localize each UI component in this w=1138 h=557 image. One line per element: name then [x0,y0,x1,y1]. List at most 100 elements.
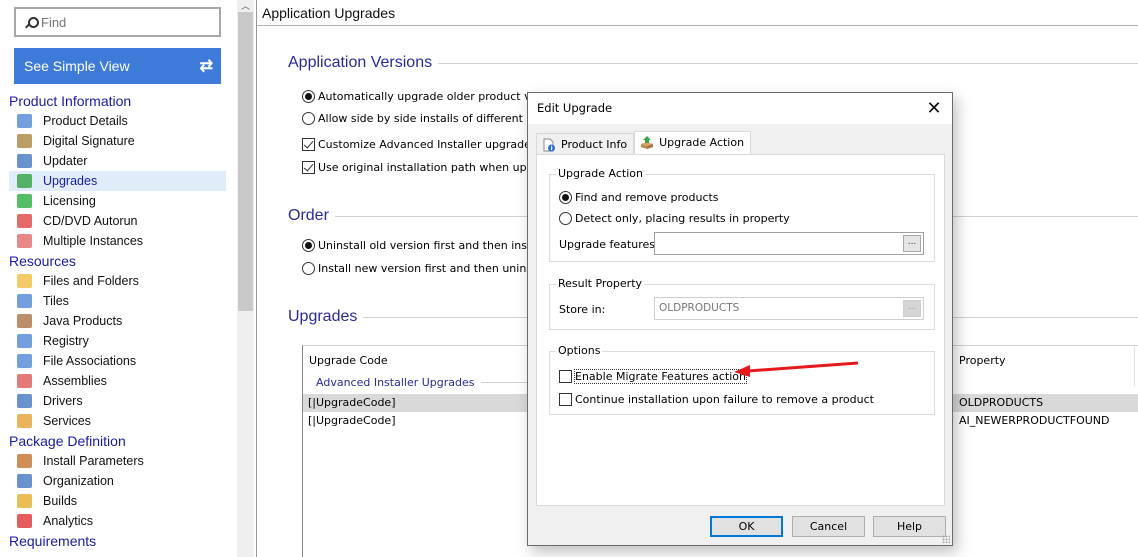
section-title: Upgrades [288,308,358,325]
dialog-title: Edit Upgrade [537,101,613,115]
multiple-instances-icon [17,234,32,248]
analytics-icon [17,514,32,528]
radio-icon[interactable] [302,112,315,125]
sidebar-item-label: Builds [43,494,78,508]
cell-property: OLDPRODUCTS [959,396,1044,409]
dialog-titlebar[interactable]: Edit Upgrade ✕ [528,93,952,124]
sidebar-scrollbar[interactable]: ︿ [237,0,254,557]
sidebar-item-updater[interactable]: Updater [9,151,226,171]
sidebar-item-licensing[interactable]: Licensing [9,191,226,211]
sidebar-item-builds[interactable]: Builds [9,491,226,511]
product-details-icon [17,114,32,128]
radio-icon[interactable] [559,191,572,204]
group-legend: Options [556,344,603,357]
sidebar-item-analytics[interactable]: Analytics [9,511,226,531]
cell-upgrade-code: [|UpgradeCode] [308,414,396,427]
sidebar-item-digital-signature[interactable]: Digital Signature [9,131,226,151]
sidebar-item-install-parameters[interactable]: Install Parameters [9,451,226,471]
find-input[interactable] [41,14,211,30]
simple-view-label: See Simple View [24,58,130,74]
radio-detect-only[interactable]: Detect only, placing results in property [559,212,790,225]
assemblies-icon [17,374,32,388]
sidebar-item-label: Java Products [43,314,123,328]
radio-icon[interactable] [302,90,315,103]
checkbox-icon[interactable] [302,138,315,151]
resize-grip[interactable] [942,535,950,543]
edit-upgrade-dialog: Edit Upgrade ✕ Product Info Upgrade Acti… [527,92,953,546]
radio-find-remove[interactable]: Find and remove products [559,191,719,204]
section-title: Application Versions [288,54,433,71]
sidebar: See Simple View ⇄ Product InformationPro… [0,0,237,557]
java-icon [17,314,32,328]
sidebar-item-tiles[interactable]: Tiles [9,291,226,311]
option-label: Detect only, placing results in property [575,212,790,225]
arrow-head [734,365,750,377]
sidebar-item-label: Upgrades [43,174,98,188]
sidebar-category[interactable]: Product Information [0,91,230,111]
help-button[interactable]: Help [873,516,946,537]
sidebar-item-upgrades[interactable]: Upgrades [9,171,226,191]
sidebar-item-registry[interactable]: Registry [9,331,226,351]
checkbox-enable-migrate-features[interactable]: Enable Migrate Features action [559,369,747,384]
sidebar-category[interactable]: Requirements [0,531,230,551]
sidebar-item-assemblies[interactable]: Assemblies [9,371,226,391]
checkbox-icon[interactable] [559,370,572,383]
divider [438,62,1138,64]
sidebar-item-label: Files and Folders [43,274,139,288]
upgrade-features-input[interactable]: ... [654,232,924,255]
scroll-up-icon[interactable]: ︿ [237,0,254,12]
close-icon[interactable]: ✕ [924,98,944,118]
registry-icon [17,334,32,348]
tab-upgrade-action[interactable]: Upgrade Action [634,131,752,155]
cell-property: AI_NEWERPRODUCTFOUND [959,414,1110,427]
find-box[interactable] [14,7,221,37]
sidebar-item-label: Drivers [43,394,83,408]
browse-features-button[interactable]: ... [903,235,921,252]
sidebar-nav: Product Information Product Details Digita… [0,91,230,551]
sidebar-item-label: File Associations [43,354,137,368]
group-result-property: Result Property Store in: OLDPRODUCTS ..… [549,277,935,330]
store-in-input: OLDPRODUCTS ... [654,297,924,320]
tab-product-info[interactable]: Product Info [536,133,635,155]
sidebar-category[interactable]: Resources [0,251,230,271]
sidebar-item-drivers[interactable]: Drivers [9,391,226,411]
cancel-button[interactable]: Cancel [792,516,865,537]
sidebar-item-files-and-folders[interactable]: Files and Folders [9,271,226,291]
radio-icon[interactable] [559,212,572,225]
drivers-icon [17,394,32,408]
scrollbar-thumb[interactable] [238,12,253,311]
ok-button[interactable]: OK [710,516,783,537]
upgrade-action-icon [641,136,654,149]
sidebar-item-label: Organization [43,474,114,488]
sidebar-item-multiple-instances[interactable]: Multiple Instances [9,231,226,251]
checkbox-icon[interactable] [559,393,572,406]
sidebar-item-label: CD/DVD Autorun [43,214,138,228]
sidebar-item-label: Services [43,414,91,428]
radio-icon[interactable] [302,262,315,275]
sidebar-item-cd-dvd-autorun[interactable]: CD/DVD Autorun [9,211,226,231]
sidebar-item-organization[interactable]: Organization [9,471,226,491]
column-header-upgrade-code[interactable]: Upgrade Code [309,354,388,367]
sidebar-item-product-details[interactable]: Product Details [9,111,226,131]
radio-icon[interactable] [302,239,315,252]
product-info-icon [543,138,555,152]
sidebar-item-services[interactable]: Services [9,411,226,431]
sidebar-item-file-associations[interactable]: File Associations [9,351,226,371]
column-header-property[interactable]: Property [959,354,1006,367]
group-legend: Result Property [556,277,645,290]
sidebar-item-java-products[interactable]: Java Products [9,311,226,331]
group-label: Advanced Installer Upgrades [316,376,475,389]
services-icon [17,414,32,428]
checkbox-icon[interactable] [302,161,315,174]
checkbox-continue-on-failure[interactable]: Continue installation upon failure to re… [559,393,874,406]
tab-label: Upgrade Action [659,136,745,149]
install-parameters-icon [17,454,32,468]
sidebar-category[interactable]: Package Definition [0,431,230,451]
field-value: OLDPRODUCTS [659,302,740,314]
organization-icon [17,474,32,488]
annotation-arrow [734,361,859,377]
folder-icon [17,274,32,288]
see-simple-view-button[interactable]: See Simple View ⇄ [14,48,221,84]
checkbox-customize-rules[interactable]: Customize Advanced Installer upgrade rul… [302,138,561,151]
sidebar-item-label: Updater [43,154,88,168]
